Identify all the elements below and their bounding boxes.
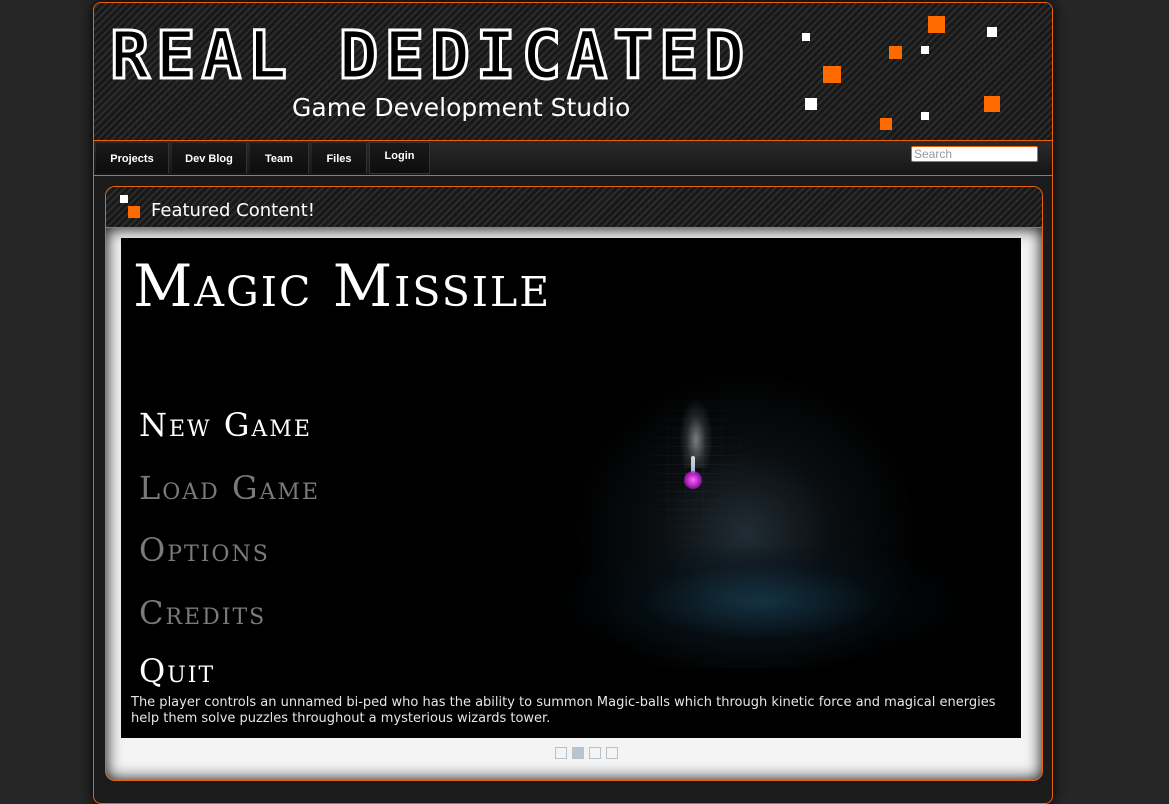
site-logo[interactable]: REAL DEDICATED bbox=[108, 19, 750, 92]
site-tagline: Game Development Studio bbox=[292, 93, 631, 122]
featured-panel: Featured Content! Magic Missile New Game… bbox=[105, 186, 1043, 781]
menu-item-load-game: Load Game bbox=[139, 469, 321, 507]
decor-pixel bbox=[921, 112, 929, 120]
decor-pixel bbox=[880, 118, 892, 130]
slider-dot-active[interactable] bbox=[572, 747, 584, 759]
bullet-icon bbox=[120, 195, 128, 203]
decor-pixel bbox=[802, 33, 810, 41]
decor-pixel bbox=[984, 96, 1000, 112]
featured-title: Featured Content! bbox=[151, 200, 315, 221]
nav-item-login[interactable]: Login bbox=[369, 142, 430, 174]
menu-item-options: Options bbox=[139, 531, 270, 569]
slide-caption: The player controls an unnamed bi-ped wh… bbox=[131, 695, 996, 726]
decor-pixel bbox=[805, 98, 817, 110]
featured-panel-body: Magic Missile New Game Load Game Options… bbox=[106, 228, 1042, 780]
magic-orb bbox=[684, 471, 702, 489]
featured-panel-header: Featured Content! bbox=[106, 187, 1042, 228]
nav-item-label: Projects bbox=[110, 153, 154, 165]
site-container: REAL DEDICATED Game Development Studio P… bbox=[93, 2, 1053, 804]
featured-slide[interactable]: Magic Missile New Game Load Game Options… bbox=[121, 238, 1021, 738]
nav-item-label: Login bbox=[384, 150, 415, 162]
search-input[interactable] bbox=[911, 146, 1038, 162]
slider-dot[interactable] bbox=[606, 747, 618, 759]
slider-dot[interactable] bbox=[589, 747, 601, 759]
decor-pixel bbox=[823, 66, 841, 83]
scene-smoke bbox=[679, 398, 713, 468]
nav-item-label: Team bbox=[265, 153, 293, 165]
bullet-icon bbox=[128, 206, 140, 218]
menu-item-new-game: New Game bbox=[139, 406, 312, 444]
nav-item-team[interactable]: Team bbox=[250, 143, 309, 173]
scene-floor bbox=[551, 548, 971, 668]
menu-item-credits: Credits bbox=[139, 594, 267, 632]
nav-item-dev-blog[interactable]: Dev Blog bbox=[172, 143, 247, 173]
decor-pixel bbox=[889, 46, 902, 59]
game-title: Magic Missile bbox=[133, 252, 552, 320]
site-header: REAL DEDICATED Game Development Studio bbox=[94, 3, 1052, 141]
decor-pixel bbox=[987, 27, 997, 37]
nav-item-label: Files bbox=[326, 153, 352, 165]
nav-item-files[interactable]: Files bbox=[312, 143, 367, 173]
menu-item-quit: Quit bbox=[139, 652, 216, 690]
slider-dot[interactable] bbox=[555, 747, 567, 759]
main-navigation: Projects Dev Blog Team Files Login bbox=[94, 141, 1052, 176]
decor-pixel bbox=[921, 46, 929, 54]
nav-item-projects[interactable]: Projects bbox=[96, 143, 169, 173]
nav-item-label: Dev Blog bbox=[185, 153, 233, 165]
decor-pixel bbox=[928, 16, 945, 33]
